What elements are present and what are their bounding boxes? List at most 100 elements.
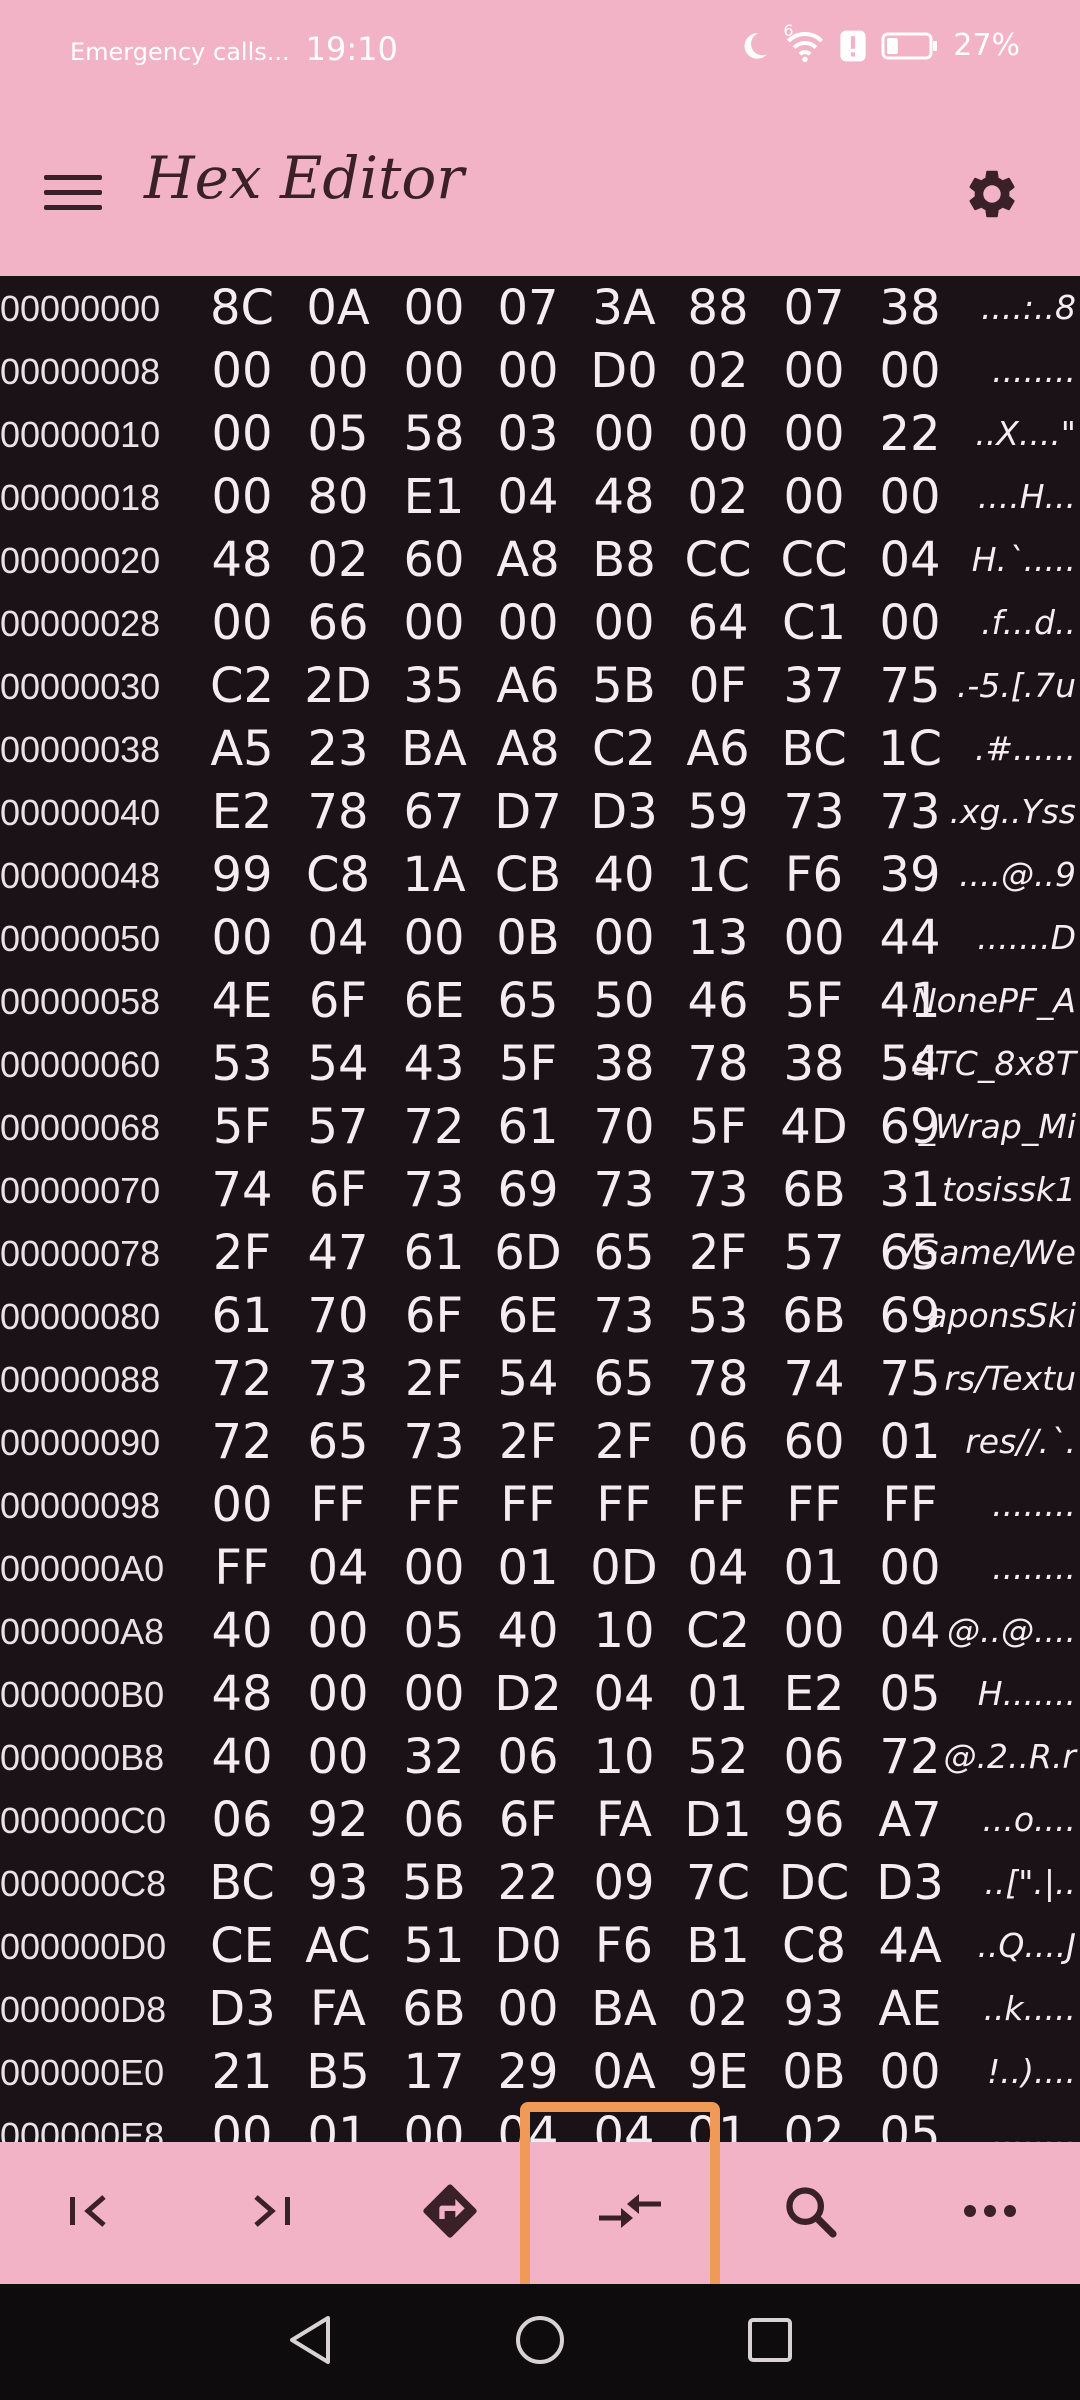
hex-byte[interactable]: 80 [299, 469, 377, 525]
hex-byte[interactable]: 78 [679, 1351, 757, 1407]
hex-byte[interactable]: 00 [395, 1540, 473, 1596]
hex-byte[interactable]: 00 [395, 595, 473, 651]
hex-byte[interactable]: 21 [203, 2044, 281, 2100]
hex-byte[interactable]: 53 [679, 1288, 757, 1344]
hex-byte[interactable]: CB [489, 847, 567, 903]
hex-byte[interactable]: 29 [489, 2044, 567, 2100]
hex-byte[interactable]: 10 [585, 1729, 663, 1785]
hex-byte[interactable]: 35 [395, 658, 473, 714]
hex-byte[interactable]: 07 [489, 280, 567, 336]
hex-byte[interactable]: 65 [299, 1414, 377, 1470]
hex-byte[interactable]: 5F [775, 973, 853, 1029]
hex-byte[interactable]: 2F [585, 1414, 663, 1470]
hex-byte[interactable]: 06 [395, 1792, 473, 1848]
hex-byte[interactable]: 00 [679, 406, 757, 462]
hex-byte[interactable]: 05 [395, 1603, 473, 1659]
hex-byte[interactable]: CC [679, 532, 757, 588]
hex-byte[interactable]: 23 [299, 721, 377, 777]
hex-byte[interactable]: 72 [395, 1099, 473, 1155]
hex-byte[interactable]: D3 [585, 784, 663, 840]
hex-view[interactable]: 00000000 8C 0A 00 07 3A 88 07 38 ....:..8 00000008… [0, 276, 1080, 2142]
hex-byte[interactable]: 00 [299, 1603, 377, 1659]
hex-byte[interactable]: DC [775, 1855, 853, 1911]
hex-byte[interactable]: C2 [679, 1603, 757, 1659]
hex-byte[interactable]: D3 [203, 1981, 281, 2037]
hex-byte[interactable]: BA [395, 721, 473, 777]
hex-byte[interactable]: A7 [871, 1792, 949, 1848]
hex-byte[interactable]: F6 [585, 1918, 663, 1974]
hex-byte[interactable]: 04 [679, 1540, 757, 1596]
hex-byte[interactable]: 00 [775, 343, 853, 399]
hex-byte[interactable]: 4D [775, 1099, 853, 1155]
recents-button[interactable] [690, 2284, 850, 2400]
hex-byte[interactable]: B8 [585, 532, 663, 588]
hex-byte[interactable]: 96 [775, 1792, 853, 1848]
hex-byte[interactable]: D2 [489, 1666, 567, 1722]
hex-byte[interactable]: 00 [299, 343, 377, 399]
hex-byte[interactable]: 88 [679, 280, 757, 336]
hex-byte[interactable]: 6B [775, 1162, 853, 1218]
hex-byte[interactable]: 65 [585, 1351, 663, 1407]
hex-byte[interactable]: 39 [871, 847, 949, 903]
hex-byte[interactable]: 00 [871, 2044, 949, 2100]
hex-byte[interactable]: 73 [299, 1351, 377, 1407]
hex-byte[interactable]: FF [489, 1477, 567, 1533]
hex-byte[interactable]: 61 [395, 1225, 473, 1281]
hex-byte[interactable]: 09 [585, 1855, 663, 1911]
hex-byte[interactable]: CE [203, 1918, 281, 1974]
hex-byte[interactable]: 03 [489, 406, 567, 462]
hex-byte[interactable]: 00 [395, 1666, 473, 1722]
hex-byte[interactable]: FF [775, 1477, 853, 1533]
hex-byte[interactable]: 59 [679, 784, 757, 840]
hex-byte[interactable]: 01 [489, 1540, 567, 1596]
hex-byte[interactable]: 2D [299, 658, 377, 714]
hex-byte[interactable]: D0 [585, 343, 663, 399]
hex-byte[interactable]: 5F [679, 1099, 757, 1155]
hex-byte[interactable]: 04 [585, 2107, 663, 2142]
hex-byte[interactable]: 00 [395, 280, 473, 336]
back-button[interactable] [230, 2284, 390, 2400]
hex-byte[interactable]: A6 [489, 658, 567, 714]
hex-byte[interactable]: 05 [299, 406, 377, 462]
hex-byte[interactable]: 01 [679, 2107, 757, 2142]
hex-byte[interactable]: 6B [775, 1288, 853, 1344]
hex-byte[interactable]: 04 [299, 910, 377, 966]
hex-byte[interactable]: 47 [299, 1225, 377, 1281]
hex-byte[interactable]: 54 [299, 1036, 377, 1092]
hex-byte[interactable]: 72 [203, 1351, 281, 1407]
hex-byte[interactable]: 05 [871, 2107, 949, 2142]
hex-byte[interactable]: F6 [775, 847, 853, 903]
hex-byte[interactable]: 02 [679, 1981, 757, 2037]
hex-byte[interactable]: 0F [679, 658, 757, 714]
hex-byte[interactable]: 6E [489, 1288, 567, 1344]
hex-byte[interactable]: 0D [585, 1540, 663, 1596]
search-button[interactable] [720, 2142, 900, 2284]
hex-byte[interactable]: 73 [395, 1414, 473, 1470]
hex-byte[interactable]: 57 [775, 1225, 853, 1281]
hex-byte[interactable]: BC [203, 1855, 281, 1911]
hex-byte[interactable]: 5B [395, 1855, 473, 1911]
hex-byte[interactable]: 00 [395, 2107, 473, 2142]
hex-byte[interactable]: 74 [203, 1162, 281, 1218]
hex-byte[interactable]: 4E [203, 973, 281, 1029]
hex-byte[interactable]: 54 [489, 1351, 567, 1407]
hex-byte[interactable]: 01 [299, 2107, 377, 2142]
hex-byte[interactable]: 02 [299, 532, 377, 588]
hex-byte[interactable]: 22 [871, 406, 949, 462]
hex-byte[interactable]: 5F [203, 1099, 281, 1155]
hex-byte[interactable]: 1C [871, 721, 949, 777]
hex-byte[interactable]: 00 [775, 1603, 853, 1659]
hex-byte[interactable]: 00 [489, 595, 567, 651]
hex-byte[interactable]: 44 [871, 910, 949, 966]
hex-byte[interactable]: 04 [299, 1540, 377, 1596]
hex-byte[interactable]: 99 [203, 847, 281, 903]
hex-byte[interactable]: 07 [775, 280, 853, 336]
hex-byte[interactable]: 40 [203, 1603, 281, 1659]
hex-byte[interactable]: 8C [203, 280, 281, 336]
hex-byte[interactable]: 43 [395, 1036, 473, 1092]
hex-byte[interactable]: 93 [299, 1855, 377, 1911]
compare-button[interactable] [540, 2142, 720, 2284]
hex-byte[interactable]: D1 [679, 1792, 757, 1848]
hex-byte[interactable]: 73 [585, 1288, 663, 1344]
hex-byte[interactable]: 46 [679, 973, 757, 1029]
